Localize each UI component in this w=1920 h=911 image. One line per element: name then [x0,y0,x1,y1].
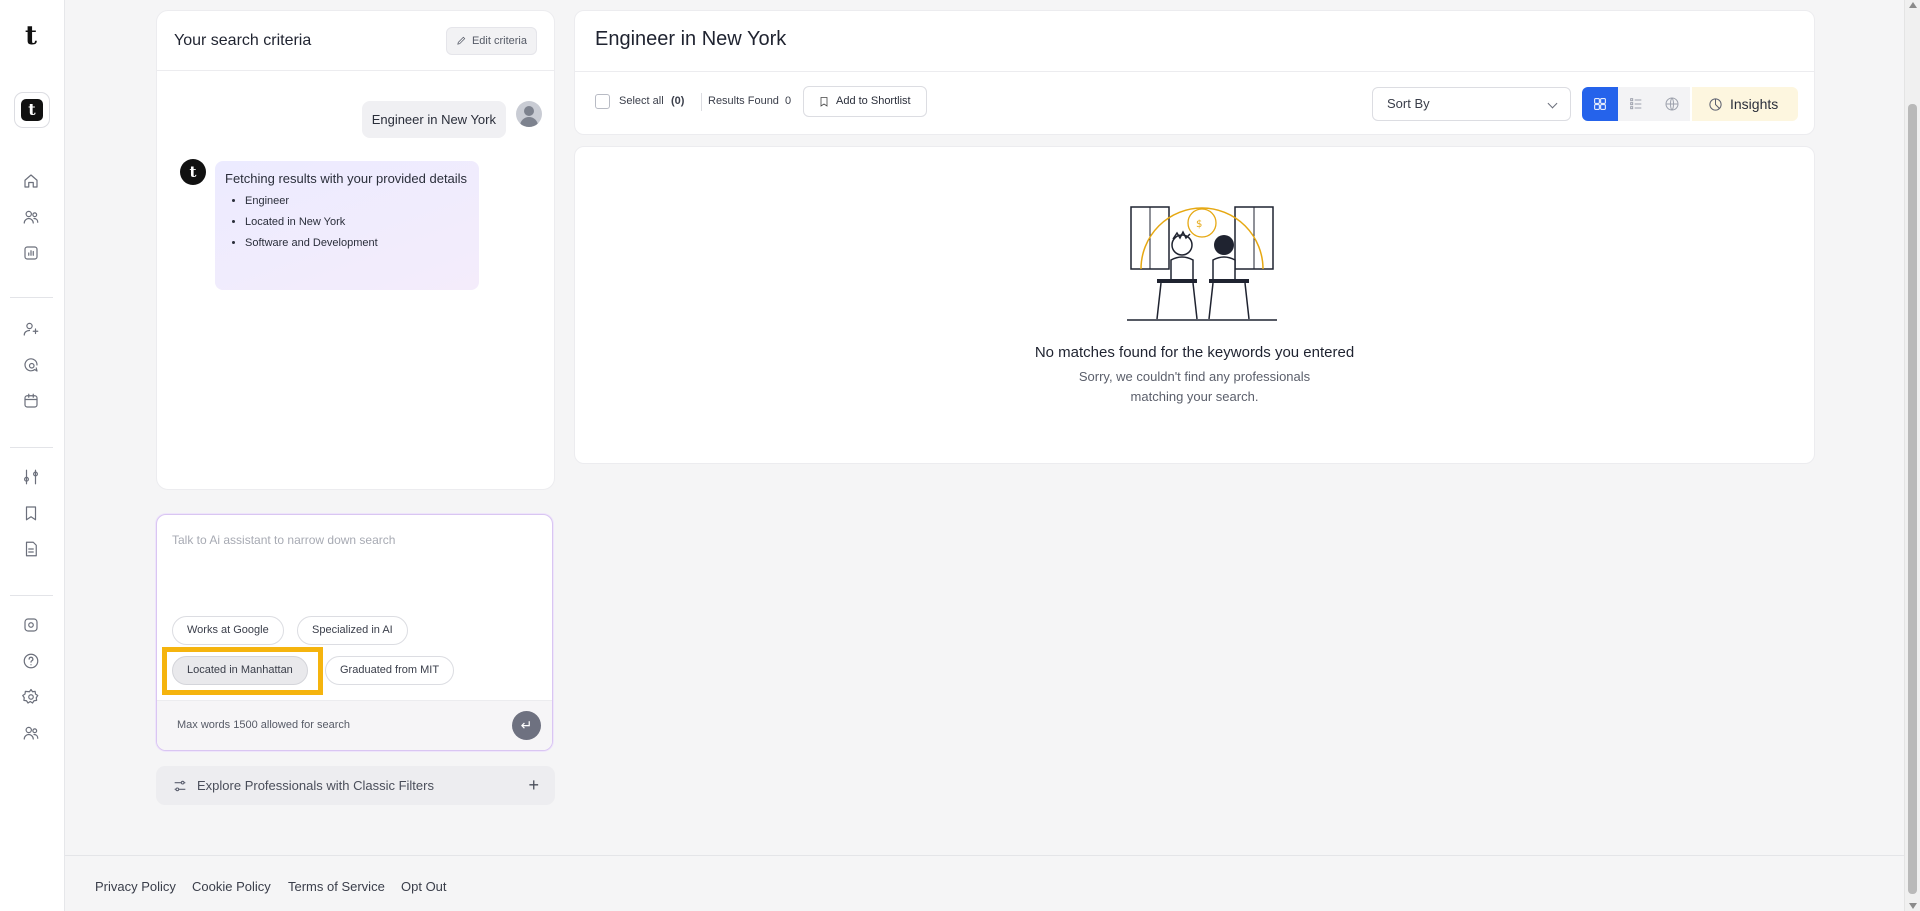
word-limit-note: Max words 1500 allowed for search [177,719,351,731]
map-view-button[interactable] [1654,87,1690,121]
add-to-shortlist-button[interactable]: Add to Shortlist [803,86,927,117]
results-title: Engineer in New York [595,28,787,50]
integrations-icon[interactable] [20,614,42,636]
terms-of-service-link[interactable]: Terms of Service [288,879,385,894]
results-found-label: Results Found [708,95,779,107]
grid-view-button[interactable] [1582,87,1618,121]
header-divider [575,71,1814,72]
suggestion-chip[interactable]: Graduated from MIT [325,656,455,685]
empty-state-title: No matches found for the keywords you en… [1034,344,1355,361]
assistant-placeholder[interactable]: Talk to Ai assistant to narrow down sear… [172,533,395,547]
assistant-message-text: Fetching results with your provided deta… [225,171,468,186]
scroll-up-arrow[interactable] [1909,2,1917,8]
cookie-policy-link[interactable]: Cookie Policy [192,879,271,894]
explore-classic-filters-button[interactable]: Explore Professionals with Classic Filte… [156,766,555,805]
nav-divider [10,595,53,596]
plus-icon: + [528,775,539,795]
brand-icon: t [21,99,43,121]
left-nav-rail: t t [0,0,65,911]
search-criteria-panel: Your search criteria Edit criteria Engin… [156,10,555,490]
nav-divider [10,297,53,298]
people-icon[interactable] [20,206,42,228]
criteria-list: Engineer Located in New York Software an… [225,195,469,249]
page-footer: Privacy Policy Cookie Policy Terms of Se… [65,855,1904,911]
send-button[interactable]: ↵ [512,711,541,740]
select-all-checkbox[interactable] [595,94,610,109]
assistant-message: Fetching results with your provided deta… [215,161,479,290]
scroll-thumb[interactable] [1908,104,1917,894]
svg-text:$: $ [1196,219,1202,230]
edit-criteria-label: Edit criteria [471,34,527,47]
page-scrollbar[interactable] [1904,0,1920,911]
empty-state-subtitle: Sorry, we couldn't find any professional… [1078,369,1311,404]
empty-state-illustration: $ [1127,206,1277,321]
add-user-icon[interactable] [20,318,42,340]
user-avatar [516,101,542,127]
edit-criteria-button[interactable]: Edit criteria [445,26,537,55]
assistant-avatar: t [180,159,206,185]
bookmark-icon[interactable] [20,502,42,524]
help-icon[interactable] [20,650,42,672]
selected-count: (0) [671,95,685,107]
sliders-icon [174,780,186,791]
results-header: Engineer in New York Select all (0) Resu… [574,10,1815,135]
user-query-bubble: Engineer in New York [361,101,506,138]
list-view-button[interactable] [1618,87,1654,121]
suggestion-chip-active[interactable]: Located in Manhattan [172,656,308,685]
ai-assistant-input[interactable]: Talk to Ai assistant to narrow down sear… [156,514,553,751]
chat-search-icon[interactable] [20,354,42,376]
document-icon[interactable] [20,538,42,560]
suggestion-chip[interactable]: Specialized in AI [297,616,408,645]
opt-out-link[interactable]: Opt Out [401,879,447,894]
shortlist-label: Add to Shortlist [836,95,911,107]
sort-by-label: Sort By [1387,96,1430,111]
list-icon [1630,98,1642,110]
settings-icon[interactable] [20,686,42,708]
assistant-footer: Max words 1500 allowed for search ↵ [157,700,552,750]
pencil-icon [457,36,466,45]
suggestion-chip[interactable]: Works at Google [172,616,284,645]
analytics-icon[interactable] [20,242,42,264]
pie-chart-icon [1709,97,1722,111]
grid-icon [1594,98,1606,110]
calendar-icon[interactable] [20,390,42,412]
nav-divider [10,447,53,448]
select-all-label[interactable]: Select all [619,95,664,107]
privacy-policy-link[interactable]: Privacy Policy [95,879,176,894]
team-icon[interactable] [20,722,42,744]
results-body: $ No matches found for the keywords you … [574,146,1815,464]
app-logo[interactable]: t [20,22,42,50]
criteria-item: Engineer [245,195,469,207]
globe-icon [1665,97,1679,111]
criteria-item: Software and Development [245,237,469,249]
criteria-item: Located in New York [245,216,469,228]
results-found-value: 0 [785,95,792,107]
home-icon[interactable] [20,170,42,192]
insights-label: Insights [1730,96,1779,112]
toolbar-divider [701,93,702,111]
explore-label: Explore Professionals with Classic Filte… [197,778,434,793]
criteria-title: Your search criteria [174,31,312,49]
workspace-switcher[interactable]: t [14,92,50,128]
insights-button[interactable]: Insights [1692,87,1798,121]
chevron-down-icon [1547,98,1558,109]
bookmark-icon [820,97,828,107]
filters-icon[interactable] [20,466,42,488]
sort-by-dropdown[interactable]: Sort By [1372,87,1571,121]
scroll-down-arrow[interactable] [1909,903,1917,909]
